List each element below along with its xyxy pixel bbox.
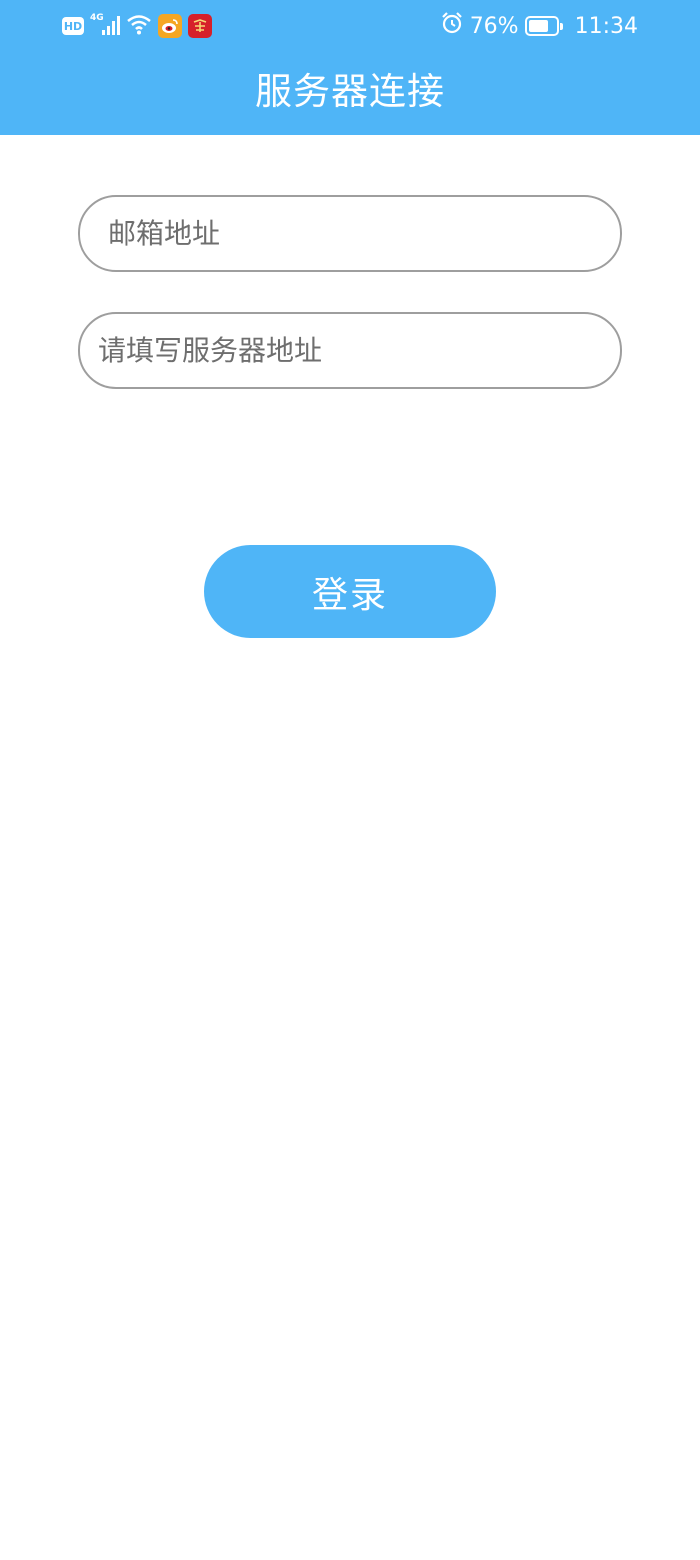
- status-bar-left: HD 4G: [62, 12, 212, 40]
- red-app-icon: [188, 14, 212, 38]
- alarm-icon: [440, 11, 464, 41]
- email-field-container: [78, 195, 622, 272]
- hd-icon: HD: [62, 17, 84, 35]
- email-field[interactable]: [80, 197, 620, 270]
- network-type-label: 4G: [90, 13, 104, 23]
- battery-icon: [524, 16, 563, 36]
- login-button[interactable]: 登录: [204, 545, 496, 638]
- status-bar: HD 4G 76% 11:34: [0, 0, 700, 52]
- server-address-field[interactable]: [80, 314, 620, 387]
- app-header: HD 4G 76% 11:34 服务器连接: [0, 0, 700, 135]
- page-title: 服务器连接: [255, 70, 445, 113]
- clock: 11:34: [574, 13, 638, 39]
- battery-percent: 76%: [469, 13, 519, 39]
- status-bar-right: 76% 11:34: [440, 12, 638, 40]
- server-address-field-container: [78, 312, 622, 389]
- weibo-app-icon: [158, 14, 182, 38]
- battery-fill: [528, 20, 549, 32]
- signal-icon: 4G: [90, 12, 120, 40]
- wifi-icon: [126, 13, 152, 39]
